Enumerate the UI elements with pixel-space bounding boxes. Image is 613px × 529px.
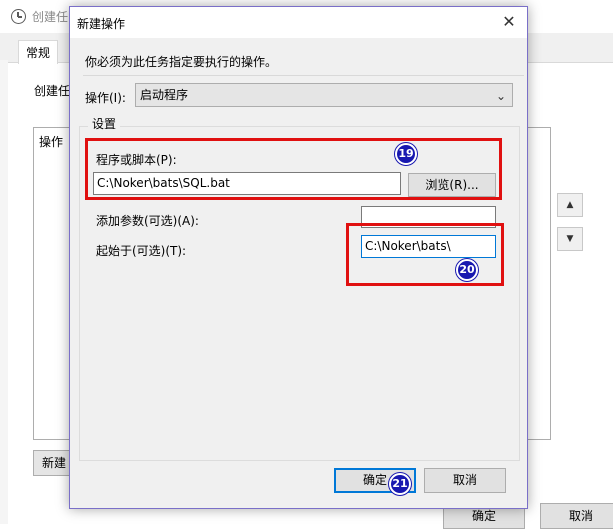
arguments-label: 添加参数(可选)(A): <box>96 214 199 228</box>
action-label: 操作(I): <box>85 91 126 105</box>
highlight-program-section <box>85 138 502 200</box>
arrow-up-icon: ▲ <box>566 200 574 210</box>
step-badge: 20 <box>456 259 478 281</box>
arrow-down-icon: ▼ <box>566 234 574 244</box>
actions-column-header: 操作 <box>39 135 64 149</box>
highlight-start-in-section <box>346 223 504 286</box>
move-up-button[interactable]: ▲ <box>557 193 583 217</box>
clock-icon <box>11 9 26 24</box>
background-cancel-button[interactable]: 取消 <box>540 503 613 529</box>
step-badge: 21 <box>389 473 411 495</box>
action-select[interactable]: 启动程序 ⌄ <box>135 83 513 107</box>
background-window-title: 创建任 <box>32 10 69 24</box>
dialog-instruction: 你必须为此任务指定要执行的操作。 <box>85 55 278 69</box>
settings-legend: 设置 <box>88 115 121 132</box>
start-in-label: 起始于(可选)(T): <box>96 244 187 258</box>
close-icon[interactable]: ✕ <box>497 11 521 33</box>
cancel-button[interactable]: 取消 <box>424 468 506 493</box>
step-badge: 19 <box>395 143 417 165</box>
move-down-button[interactable]: ▼ <box>557 227 583 251</box>
action-select-value: 启动程序 <box>140 88 189 102</box>
chevron-down-icon: ⌄ <box>495 89 506 103</box>
dialog-titlebar[interactable]: 新建操作 ✕ <box>70 7 527 38</box>
divider <box>83 75 524 76</box>
dialog-title: 新建操作 <box>77 17 126 31</box>
tab-general[interactable]: 常规 <box>18 40 58 64</box>
background-create-label: 创建任 <box>34 84 71 98</box>
background-left-panel <box>0 60 8 524</box>
